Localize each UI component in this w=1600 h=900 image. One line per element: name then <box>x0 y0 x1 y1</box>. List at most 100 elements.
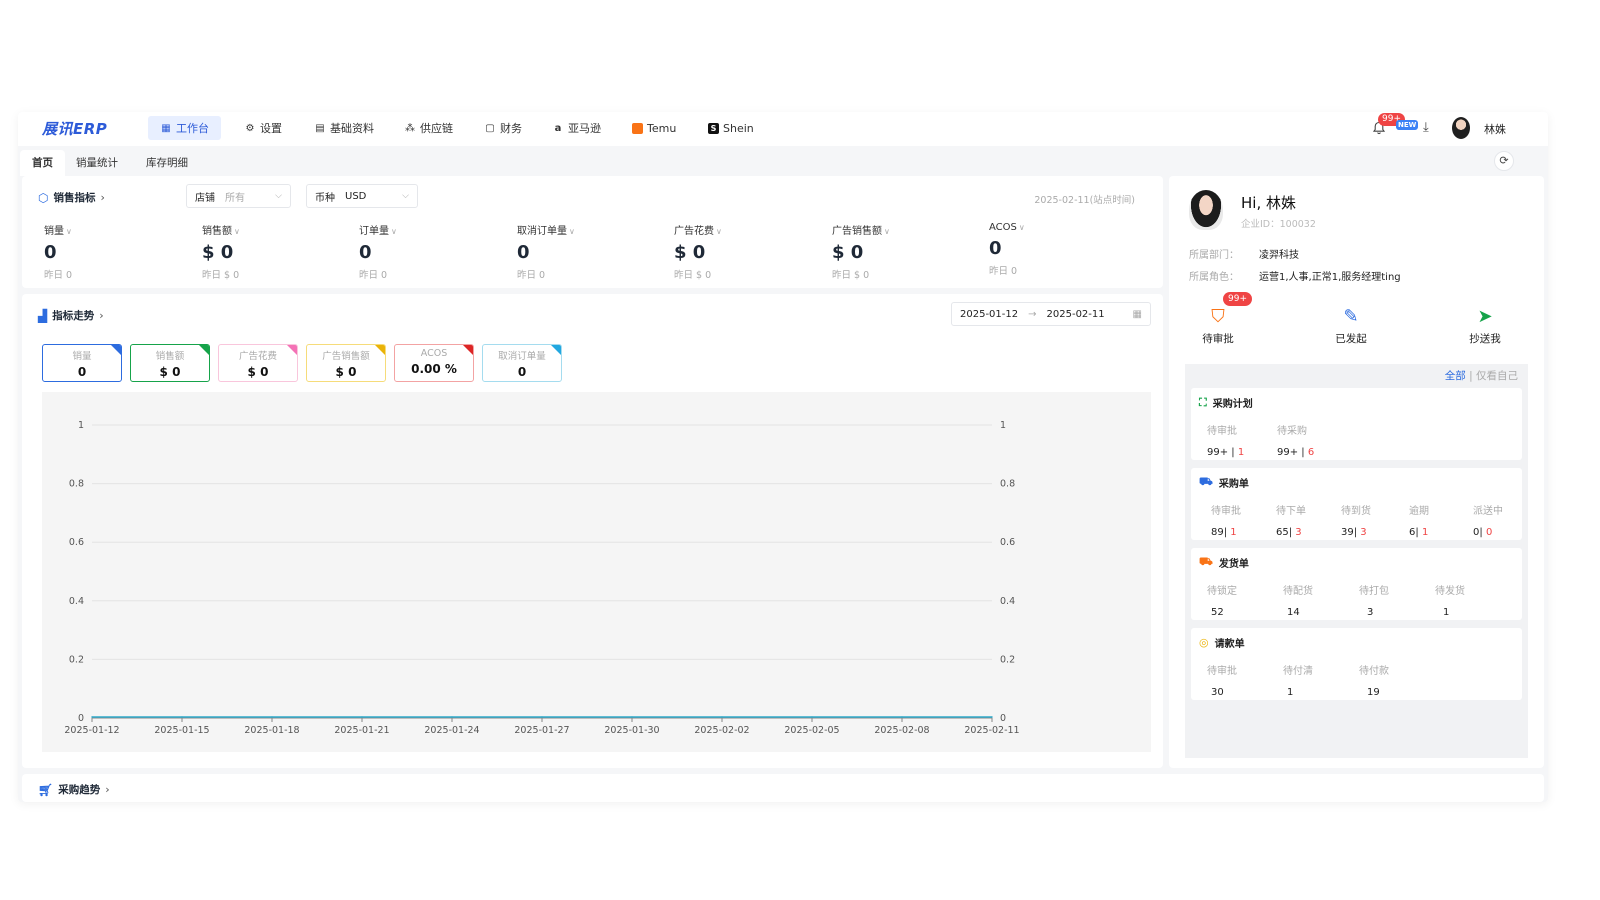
user-name[interactable]: 林姝 <box>1484 121 1506 137</box>
chevron-down-icon: ∨ <box>66 227 72 236</box>
metric-label[interactable]: 销售额 ∨ <box>202 222 352 237</box>
metric-label[interactable]: 取消订单量 ∨ <box>517 222 667 237</box>
kpi-acos[interactable]: ACOS 0.00 % <box>394 344 474 382</box>
metric-label[interactable]: ACOS ∨ <box>989 222 1139 233</box>
col-header: 待采购 <box>1277 426 1307 437</box>
y-tick-label: 0 <box>78 713 84 724</box>
metric-label[interactable]: 广告销售额 ∨ <box>832 222 982 237</box>
col-value: 19 <box>1367 687 1380 698</box>
avatar[interactable] <box>1452 117 1470 139</box>
purchase-trend-title[interactable]: 🛒︎ 采购趋势 › <box>38 782 110 797</box>
nav-item-workbench[interactable]: ▦ 工作台 <box>148 116 221 140</box>
trend-title[interactable]: ▟ 指标走势 › <box>38 308 104 323</box>
x-tick-label: 2025-01-15 <box>154 725 209 736</box>
refresh-icon[interactable]: ⟳ <box>1494 151 1514 171</box>
value-main: 99+ <box>1277 447 1302 458</box>
filter-separator: | <box>1469 370 1473 382</box>
todo-col[interactable]: 逾期 6| 1 <box>1409 502 1429 538</box>
todo-col[interactable]: 待到货 39| 3 <box>1341 502 1371 538</box>
metric-label[interactable]: 订单量 ∨ <box>359 222 509 237</box>
nav-item-basic-data[interactable]: ▤ 基础资料 <box>302 116 386 140</box>
todo-purchase-plan[interactable]: ⛶ 采购计划 待审批 99+ | 1 待采购 99+ | 6 <box>1191 388 1522 460</box>
todo-col[interactable]: 待采购 99+ | 6 <box>1277 422 1314 458</box>
nav-item-shein[interactable]: S Shein <box>696 116 766 140</box>
trend-chart: 0 0.2 0.4 0.6 0.8 1 0 0.2 0.4 0.6 0.8 1 2025-01-12 20… <box>64 420 1019 736</box>
role-row: 所属角色： 运营1,人事,正常1,服务经理ting <box>1189 268 1401 283</box>
col-header: 待审批 <box>1207 666 1237 677</box>
todo-col[interactable]: 待锁定 52 <box>1207 582 1237 618</box>
todo-col[interactable]: 待付款 19 <box>1359 662 1389 698</box>
todo-shipment[interactable]: ⛟ 发货单 待锁定 52 待配货 14 待打包 3 待发货 1 <box>1191 548 1522 620</box>
todo-col[interactable]: 待发货 1 <box>1435 582 1465 618</box>
nav-item-amazon[interactable]: a 亚马逊 <box>540 116 613 140</box>
filter-all[interactable]: 全部 <box>1445 370 1466 382</box>
metric-label-text: 订单量 <box>359 226 389 237</box>
sales-metrics-title[interactable]: ⬡ 销售指标 › <box>38 190 105 205</box>
todo-col[interactable]: 待下单 65| 3 <box>1276 502 1306 538</box>
date-start[interactable]: 2025-01-12 <box>960 309 1018 320</box>
metric-label[interactable]: 销量 ∨ <box>44 222 194 237</box>
chevron-right-icon: › <box>99 309 104 322</box>
kpi-ad-sales[interactable]: 广告销售额 $ 0 <box>306 344 386 382</box>
tab-home[interactable]: 首页 <box>20 150 65 176</box>
todo-payment-request[interactable]: ◎ 请款单 待审批 30 待付清 1 待付款 19 <box>1191 628 1522 700</box>
tab-sales-stats[interactable]: 销量统计 <box>64 150 130 176</box>
todo-col[interactable]: 待打包 3 <box>1359 582 1389 618</box>
chevron-right-icon: › <box>100 191 105 204</box>
new-badge[interactable]: NEW <box>1396 120 1419 130</box>
tab-bar: 首页 销量统计 库存明细 ⟳ <box>18 146 1548 176</box>
metric-sales-amount: 销售额 ∨ $ 0 昨日 $ 0 <box>202 222 352 281</box>
download-icon[interactable]: ⤓ <box>1423 120 1429 135</box>
truck-icon: ⛟ <box>1199 555 1213 568</box>
y2-tick-label: 0.6 <box>1000 537 1015 548</box>
quick-cc-me[interactable]: ➤ 抄送我 <box>1450 306 1520 346</box>
value-red: 6 <box>1307 447 1315 458</box>
x-tick-label: 2025-02-08 <box>874 725 929 736</box>
todo-col[interactable]: 派送中 0| 0 <box>1473 502 1503 538</box>
corp-id: 企业ID：100032 <box>1241 219 1316 230</box>
col-header: 待审批 <box>1211 506 1241 517</box>
quick-pending-approval[interactable]: ⛉ 待审批 99+ <box>1183 292 1253 346</box>
x-tick-label: 2025-01-27 <box>514 725 569 736</box>
nav-item-finance[interactable]: ▢ 财务 <box>472 116 534 140</box>
kpi-cancelled[interactable]: 取消订单量 0 <box>482 344 562 382</box>
metric-label-text: 销量 <box>44 226 64 237</box>
store-label: 店铺 <box>195 192 215 204</box>
kpi-label: 广告花费 <box>238 351 277 362</box>
data-point <box>901 716 903 718</box>
nav-item-settings[interactable]: ⚙ 设置 <box>232 116 294 140</box>
currency-select[interactable]: 币种 USD ⌵ <box>306 184 418 208</box>
kpi-sales-qty[interactable]: 销量 0 <box>42 344 122 382</box>
date-range-picker[interactable]: 2025-01-12 → 2025-02-11 ▦ <box>951 302 1151 326</box>
quick-label: 待审批 <box>1202 333 1234 345</box>
nav-item-temu[interactable]: Temu <box>620 116 688 140</box>
filter-mine[interactable]: 仅看自己 <box>1476 370 1518 382</box>
store-select[interactable]: 店铺 所有 ⌵ <box>186 184 291 208</box>
kpi-ad-spend[interactable]: 广告花费 $ 0 <box>218 344 298 382</box>
todo-col[interactable]: 待付清 1 <box>1283 662 1313 698</box>
todo-title: ⛟ 采购单 <box>1199 475 1249 490</box>
cart-bag-icon: ⛶ <box>1199 395 1207 409</box>
metric-label[interactable]: 广告花费 ∨ <box>674 222 824 237</box>
temu-icon <box>632 122 643 134</box>
quick-initiated[interactable]: ✎ 已发起 <box>1316 306 1386 346</box>
todo-col[interactable]: 待审批 99+ | 1 <box>1207 422 1244 458</box>
metric-yesterday: 昨日 0 <box>989 266 1018 277</box>
nav-item-supply-chain[interactable]: ⁂ 供应链 <box>392 116 465 140</box>
todo-col[interactable]: 待审批 89| 1 <box>1211 502 1241 538</box>
todo-purchase-order[interactable]: ⛟ 采购单 待审批 89| 1 待下单 65| 3 待到货 39| 3 逾期 6| 1 派… <box>1191 468 1522 540</box>
kpi-sales-amount[interactable]: 销售额 $ 0 <box>130 344 210 382</box>
todo-col[interactable]: 待审批 30 <box>1207 662 1237 698</box>
calendar-icon: ▦ <box>1132 308 1142 320</box>
date-end[interactable]: 2025-02-11 <box>1047 309 1105 320</box>
nav-label: 财务 <box>500 122 522 135</box>
value-red: 0 <box>1485 527 1493 538</box>
data-point <box>271 716 273 718</box>
col-value: 3 <box>1367 607 1374 618</box>
tab-inventory[interactable]: 库存明细 <box>134 150 200 176</box>
todo-col[interactable]: 待配货 14 <box>1283 582 1313 618</box>
metric-value: 0 <box>44 242 57 263</box>
value-main: 89 <box>1211 527 1224 538</box>
kpi-corner <box>551 345 561 355</box>
todo-title-text: 采购计划 <box>1212 399 1253 410</box>
